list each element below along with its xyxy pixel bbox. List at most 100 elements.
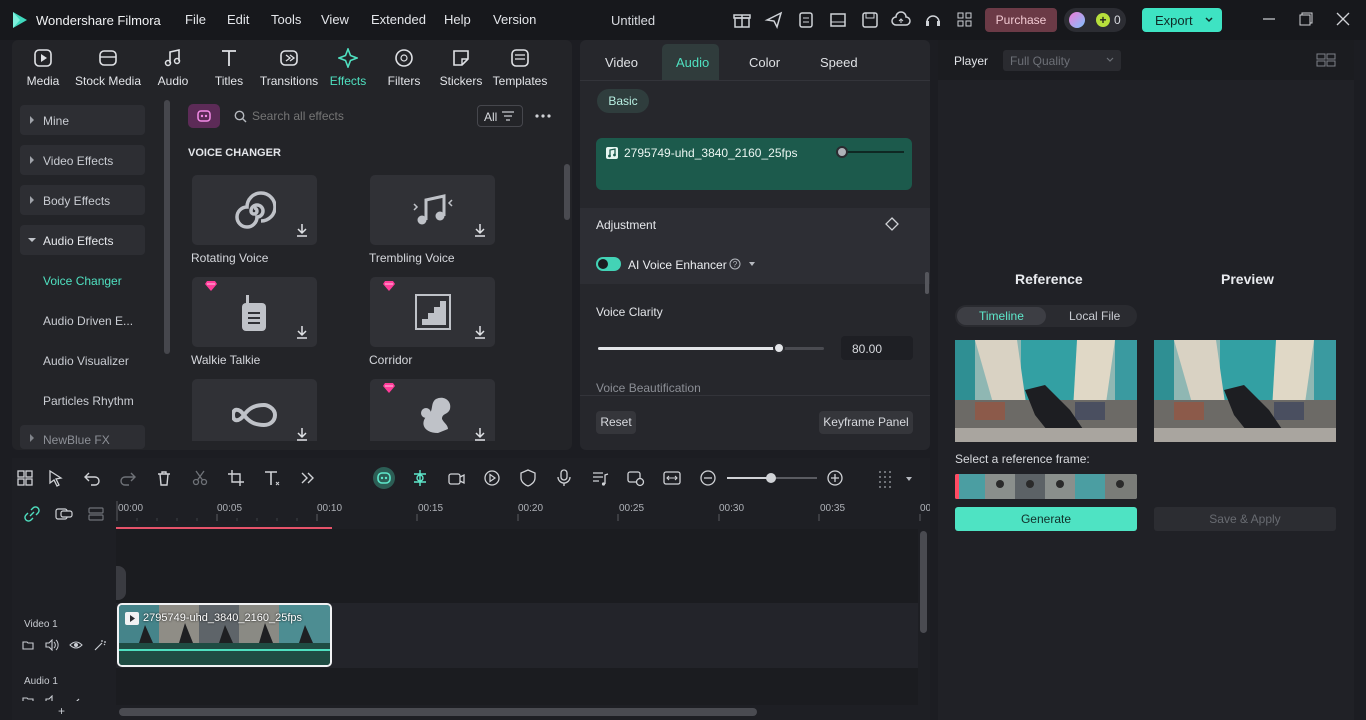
- send-icon[interactable]: [764, 10, 784, 30]
- zoom-slider-handle[interactable]: [766, 473, 776, 483]
- category-stickers[interactable]: Stickers: [435, 46, 487, 94]
- category-stock-media[interactable]: Stock Media: [72, 46, 144, 94]
- timeline-vscroll-thumb[interactable]: [920, 531, 927, 633]
- drag-handle-icon[interactable]: [876, 469, 894, 488]
- undo-icon[interactable]: [83, 469, 101, 487]
- props-scrollbar[interactable]: [925, 272, 929, 294]
- playhead-handle[interactable]: [116, 566, 126, 600]
- delete-icon[interactable]: [155, 469, 173, 487]
- zoom-in-icon[interactable]: [826, 469, 844, 487]
- document-icon[interactable]: [796, 10, 816, 30]
- menu-view[interactable]: View: [321, 12, 349, 27]
- snap-icon[interactable]: [411, 469, 429, 487]
- redo-icon[interactable]: [119, 469, 137, 487]
- zoom-slider[interactable]: [727, 473, 817, 483]
- cloud-upload-icon[interactable]: [891, 10, 911, 30]
- download-icon[interactable]: [294, 222, 310, 238]
- audio-list-icon[interactable]: [591, 469, 609, 487]
- add-icon[interactable]: +: [58, 704, 65, 718]
- add-track-icon[interactable]: [55, 507, 73, 521]
- link-icon[interactable]: [24, 506, 40, 522]
- sidebar-item-audio-effects[interactable]: Audio Effects: [20, 225, 145, 255]
- timeline-hscroll-thumb[interactable]: [119, 708, 757, 716]
- save-apply-button[interactable]: Save & Apply: [1154, 507, 1336, 531]
- minimize-icon[interactable]: [1262, 12, 1276, 26]
- voice-clarity-input[interactable]: 80.00: [841, 336, 913, 360]
- menu-help[interactable]: Help: [444, 12, 471, 27]
- download-icon[interactable]: [472, 324, 488, 340]
- zoom-out-icon[interactable]: [699, 469, 717, 487]
- headset-icon[interactable]: [923, 10, 943, 30]
- menu-version[interactable]: Version: [493, 12, 536, 27]
- fit-width-icon[interactable]: [663, 469, 681, 487]
- subtab-basic[interactable]: Basic: [597, 89, 649, 113]
- caret-down-icon[interactable]: [905, 476, 913, 482]
- sidebar-item-newblue[interactable]: NewBlue FX: [20, 425, 145, 449]
- tab-color[interactable]: Color: [749, 55, 780, 70]
- frame-marker[interactable]: [955, 474, 959, 499]
- sidebar-item-video-effects[interactable]: Video Effects: [20, 145, 145, 175]
- reference-frame-strip[interactable]: [955, 474, 1137, 499]
- sidebar-subitem-voice-changer[interactable]: Voice Changer: [43, 274, 122, 288]
- quality-select[interactable]: Full Quality: [1003, 50, 1121, 71]
- layout-icon[interactable]: [828, 10, 848, 30]
- tab-local-file[interactable]: Local File: [1069, 309, 1120, 323]
- search-input[interactable]: [252, 106, 462, 126]
- layout-grid-icon[interactable]: [1316, 53, 1336, 67]
- menu-extended[interactable]: Extended: [371, 12, 426, 27]
- timeline-vscroll-track[interactable]: [918, 529, 930, 705]
- tab-video[interactable]: Video: [605, 55, 638, 70]
- category-audio[interactable]: Audio: [147, 46, 199, 94]
- maximize-icon[interactable]: [1299, 12, 1313, 26]
- download-icon[interactable]: [472, 222, 488, 238]
- download-icon[interactable]: [294, 426, 310, 441]
- generate-button[interactable]: Generate: [955, 507, 1137, 531]
- layout-grid-icon[interactable]: [16, 469, 34, 487]
- ai-assistant-icon[interactable]: [373, 467, 395, 489]
- download-icon[interactable]: [472, 426, 488, 441]
- export-button[interactable]: Export: [1142, 8, 1222, 32]
- shield-icon[interactable]: [519, 469, 537, 487]
- more-options-icon[interactable]: [534, 109, 552, 123]
- caret-down-icon[interactable]: [748, 261, 756, 267]
- voice-clarity-slider[interactable]: [598, 342, 824, 354]
- speaker-icon[interactable]: [45, 639, 59, 651]
- menu-file[interactable]: File: [185, 12, 206, 27]
- eye-icon[interactable]: [69, 640, 83, 650]
- menu-edit[interactable]: Edit: [227, 12, 249, 27]
- purchase-button[interactable]: Purchase: [985, 8, 1057, 32]
- sidebar-item-body-effects[interactable]: Body Effects: [20, 185, 145, 215]
- keyframe-diamond-icon[interactable]: [885, 217, 899, 231]
- filter-dropdown[interactable]: All: [477, 105, 523, 127]
- track-manager-icon[interactable]: [88, 507, 104, 521]
- sidebar-subitem-particles-rhythm[interactable]: Particles Rhythm: [43, 394, 134, 408]
- ai-enhancer-toggle[interactable]: [596, 257, 621, 271]
- crop-icon[interactable]: [227, 469, 245, 487]
- category-filters[interactable]: Filters: [378, 46, 430, 94]
- download-icon[interactable]: [294, 324, 310, 340]
- ai-effects-button[interactable]: [188, 104, 220, 128]
- credits-badge[interactable]: + 0: [1064, 8, 1126, 32]
- microphone-icon[interactable]: [555, 469, 573, 487]
- image-settings-icon[interactable]: [627, 469, 645, 487]
- keyframe-panel-button[interactable]: Keyframe Panel: [819, 411, 913, 434]
- tab-speed[interactable]: Speed: [820, 55, 858, 70]
- timeline-hscroll-track[interactable]: [116, 705, 930, 720]
- effect-card-squirrel[interactable]: [370, 379, 495, 441]
- gift-icon[interactable]: [732, 10, 752, 30]
- menu-tools[interactable]: Tools: [271, 12, 301, 27]
- audio-track-controls[interactable]: [22, 695, 82, 701]
- text-tool-icon[interactable]: [263, 469, 281, 487]
- apps-grid-icon[interactable]: [955, 10, 975, 30]
- category-titles[interactable]: Titles: [203, 46, 255, 94]
- scissors-icon[interactable]: [191, 469, 209, 487]
- category-effects[interactable]: Effects: [322, 46, 374, 94]
- reset-button[interactable]: Reset: [596, 411, 636, 434]
- sidebar-scrollbar[interactable]: [164, 100, 170, 354]
- sidebar-subitem-audio-driven[interactable]: Audio Driven E...: [43, 314, 133, 328]
- tab-audio[interactable]: Audio: [676, 55, 709, 70]
- effects-scrollbar[interactable]: [564, 164, 570, 220]
- clip-volume-handle[interactable]: [836, 146, 848, 158]
- play-circle-icon[interactable]: [483, 469, 501, 487]
- folder-lock-icon[interactable]: [22, 639, 34, 651]
